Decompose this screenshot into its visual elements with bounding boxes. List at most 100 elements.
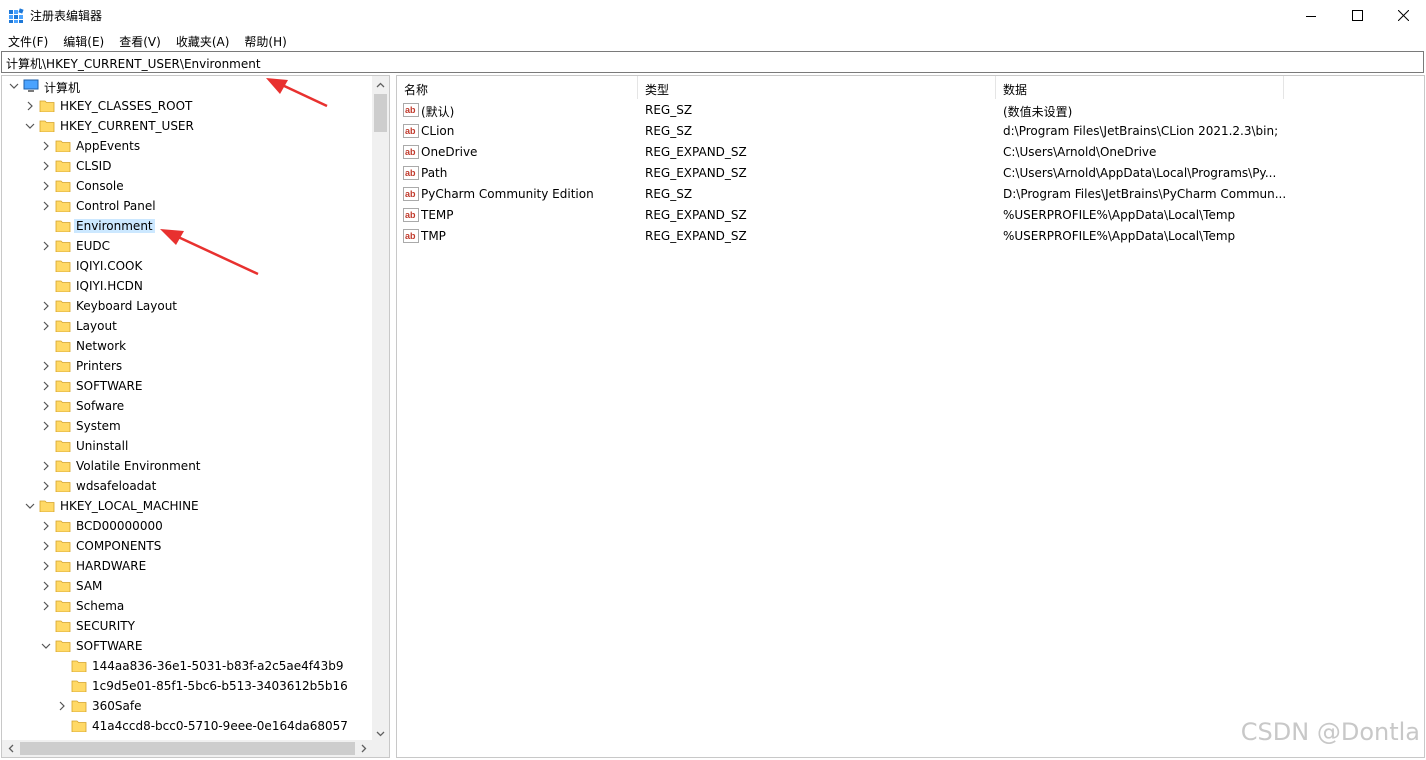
scroll-left-arrow-icon[interactable] [2, 740, 19, 757]
tree-node[interactable]: HARDWARE [2, 556, 372, 576]
tree-node[interactable]: Sofware [2, 396, 372, 416]
tree-node[interactable]: EUDC [2, 236, 372, 256]
tree-node[interactable]: Schema [2, 596, 372, 616]
tree-node[interactable]: 41a4ccd8-bcc0-5710-9eee-0e164da68057 [2, 716, 372, 736]
key-tree-pane[interactable]: 计算机 HKEY_CLASSES_ROOT HKEY_CURRENT_USER App… [1, 75, 390, 758]
tree-node[interactable]: IQIYI.HCDN [2, 276, 372, 296]
tree-vertical-scroll-thumb[interactable] [374, 94, 387, 132]
menu-file[interactable]: 文件(F) [0, 31, 55, 51]
tree-node-label[interactable]: 144aa836-36e1-5031-b83f-a2c5ae4f43b9 [90, 659, 345, 673]
value-row[interactable]: ab Path REG_EXPAND_SZ C:\Users\Arnold\AppDa… [397, 163, 1424, 184]
tree-node[interactable]: wdsafeloadat [2, 476, 372, 496]
tree-node-label[interactable]: HKEY_CURRENT_USER [58, 119, 196, 133]
tree-node-label[interactable]: 360Safe [90, 699, 143, 713]
tree-node-label[interactable]: SOFTWARE [74, 639, 144, 653]
column-header-type[interactable]: 类型 [638, 76, 996, 99]
tree-node[interactable]: Environment [2, 216, 372, 236]
chevron-right-icon[interactable] [41, 361, 51, 371]
tree-node-label[interactable]: Sofware [74, 399, 126, 413]
tree-node-label[interactable]: AppEvents [74, 139, 142, 153]
value-row[interactable]: ab TMP REG_EXPAND_SZ %USERPROFILE%\AppData\… [397, 226, 1424, 247]
tree-node[interactable]: Keyboard Layout [2, 296, 372, 316]
tree-node[interactable]: System [2, 416, 372, 436]
tree-node[interactable]: COMPONENTS [2, 536, 372, 556]
chevron-right-icon[interactable] [41, 241, 51, 251]
maximize-button[interactable] [1334, 0, 1380, 31]
chevron-right-icon[interactable] [41, 161, 51, 171]
tree-node-label[interactable]: BCD00000000 [74, 519, 165, 533]
chevron-down-icon[interactable] [41, 641, 51, 651]
tree-node[interactable]: CLSID [2, 156, 372, 176]
tree-node[interactable]: AppEvents [2, 136, 372, 156]
value-row[interactable]: ab CLion REG_SZ d:\Program Files\JetBrains\… [397, 121, 1424, 142]
tree-node-label[interactable]: Control Panel [74, 199, 158, 213]
tree-node[interactable]: BCD00000000 [2, 516, 372, 536]
menu-view[interactable]: 查看(V) [111, 31, 168, 51]
column-header-name[interactable]: 名称 [397, 76, 638, 99]
tree-node-label[interactable]: COMPONENTS [74, 539, 163, 553]
tree-horizontal-scroll-thumb[interactable] [20, 742, 355, 755]
tree-node-label[interactable]: HKEY_LOCAL_MACHINE [58, 499, 201, 513]
chevron-right-icon[interactable] [41, 581, 51, 591]
tree-node[interactable]: Control Panel [2, 196, 372, 216]
tree-node[interactable]: HKEY_LOCAL_MACHINE [2, 496, 372, 516]
tree-node-label[interactable]: IQIYI.COOK [74, 259, 144, 273]
value-list-pane[interactable]: 名称 类型 数据 ab (默认) REG_SZ (数值未设置) ab CLion REG_S… [396, 75, 1425, 758]
tree-node[interactable]: HKEY_CURRENT_USER [2, 116, 372, 136]
menu-help[interactable]: 帮助(H) [236, 31, 293, 51]
tree-node[interactable]: Printers [2, 356, 372, 376]
address-path[interactable]: 计算机\HKEY_CURRENT_USER\Environment [6, 55, 261, 72]
tree-node[interactable]: SOFTWARE [2, 636, 372, 656]
tree-node[interactable]: Network [2, 336, 372, 356]
chevron-down-icon[interactable] [9, 81, 19, 91]
tree-node-label[interactable]: SAM [74, 579, 104, 593]
tree-node-label[interactable]: wdsafeloadat [74, 479, 158, 493]
tree-node-label[interactable]: Environment [74, 219, 155, 233]
menu-edit[interactable]: 编辑(E) [55, 31, 111, 51]
column-header-data[interactable]: 数据 [996, 76, 1284, 99]
close-button[interactable] [1380, 0, 1426, 31]
chevron-right-icon[interactable] [41, 301, 51, 311]
chevron-right-icon[interactable] [41, 321, 51, 331]
chevron-right-icon[interactable] [41, 461, 51, 471]
tree-node-label[interactable]: Layout [74, 319, 119, 333]
tree-node-label[interactable]: Network [74, 339, 128, 353]
chevron-right-icon[interactable] [41, 541, 51, 551]
tree-node-label[interactable]: HARDWARE [74, 559, 148, 573]
scroll-up-arrow-icon[interactable] [372, 76, 389, 93]
tree-node-label[interactable]: HKEY_CLASSES_ROOT [58, 99, 194, 113]
tree-vertical-scrollbar[interactable] [372, 76, 389, 742]
chevron-right-icon[interactable] [41, 521, 51, 531]
value-row[interactable]: ab PyCharm Community Edition REG_SZ D:\Prog… [397, 184, 1424, 205]
chevron-right-icon[interactable] [41, 401, 51, 411]
tree-node[interactable]: 144aa836-36e1-5031-b83f-a2c5ae4f43b9 [2, 656, 372, 676]
chevron-right-icon[interactable] [41, 381, 51, 391]
chevron-right-icon[interactable] [41, 201, 51, 211]
tree-node-label[interactable]: CLSID [74, 159, 113, 173]
chevron-right-icon[interactable] [41, 421, 51, 431]
tree-node-label[interactable]: 41a4ccd8-bcc0-5710-9eee-0e164da68057 [90, 719, 350, 733]
tree-node[interactable]: Layout [2, 316, 372, 336]
tree-node[interactable]: Uninstall [2, 436, 372, 456]
chevron-right-icon[interactable] [25, 101, 35, 111]
tree-node[interactable]: SECURITY [2, 616, 372, 636]
menu-favorites[interactable]: 收藏夹(A) [168, 31, 237, 51]
value-row[interactable]: ab TEMP REG_EXPAND_SZ %USERPROFILE%\AppData… [397, 205, 1424, 226]
tree-node-label[interactable]: Volatile Environment [74, 459, 203, 473]
tree-node-label[interactable]: System [74, 419, 123, 433]
tree-horizontal-scrollbar[interactable] [2, 740, 389, 757]
tree-node[interactable]: SAM [2, 576, 372, 596]
chevron-right-icon[interactable] [41, 481, 51, 491]
tree-node-label[interactable]: Uninstall [74, 439, 130, 453]
chevron-right-icon[interactable] [41, 141, 51, 151]
tree-node-label[interactable]: Printers [74, 359, 124, 373]
chevron-down-icon[interactable] [25, 121, 35, 131]
tree-node-label[interactable]: Keyboard Layout [74, 299, 179, 313]
value-row[interactable]: ab (默认) REG_SZ (数值未设置) [397, 100, 1424, 121]
tree-node-label[interactable]: SECURITY [74, 619, 137, 633]
minimize-button[interactable] [1288, 0, 1334, 31]
tree-node-label[interactable]: EUDC [74, 239, 112, 253]
tree-node-label[interactable]: IQIYI.HCDN [74, 279, 145, 293]
chevron-right-icon[interactable] [41, 561, 51, 571]
chevron-right-icon[interactable] [41, 181, 51, 191]
